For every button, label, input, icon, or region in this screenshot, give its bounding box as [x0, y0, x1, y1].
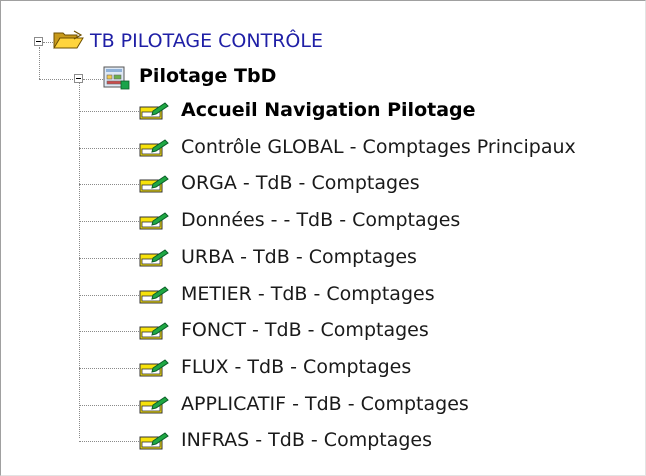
- collapse-toggle[interactable]: [34, 37, 43, 46]
- tree-node-label[interactable]: Accueil Navigation Pilotage: [181, 98, 476, 122]
- tree-node-label[interactable]: INFRAS - TdB - Comptages: [181, 428, 432, 452]
- tree-node-label[interactable]: APPLICATIF - TdB - Comptages: [181, 392, 469, 416]
- form-edit-icon: [139, 286, 169, 304]
- tree-connector: [83, 79, 103, 80]
- tree-node-label[interactable]: Pilotage TbD: [139, 64, 276, 88]
- tree-connector: [79, 111, 139, 112]
- open-folder-icon: [53, 30, 84, 49]
- tree-node-label[interactable]: METIER - TdB - Comptages: [181, 282, 435, 306]
- tree-connector: [79, 221, 139, 222]
- tree-connector: [39, 47, 40, 79]
- form-edit-icon: [139, 396, 169, 414]
- dashboard-icon: [103, 66, 130, 90]
- form-edit-icon: [139, 175, 169, 193]
- tree-node-label[interactable]: Données - - TdB - Comptages: [181, 208, 460, 232]
- tree-connector: [79, 331, 139, 332]
- form-edit-icon: [139, 359, 169, 377]
- tree-connector: [79, 295, 139, 296]
- form-edit-icon: [139, 212, 169, 230]
- form-edit-icon: [139, 249, 169, 267]
- tree-connector: [79, 441, 139, 442]
- tree-connector: [79, 184, 139, 185]
- tree-connector: [79, 83, 80, 438]
- tree-node-label[interactable]: URBA - TdB - Comptages: [181, 245, 417, 269]
- form-edit-icon: [139, 102, 169, 120]
- tree-connector: [79, 148, 139, 149]
- tree-connector: [79, 258, 139, 259]
- tree-view: TB PILOTAGE CONTRÔLE Pilotage TbD Accuei…: [0, 0, 646, 476]
- tree-connector: [79, 405, 139, 406]
- tree-node-label[interactable]: FONCT - TdB - Comptages: [181, 318, 429, 342]
- tree-node-label[interactable]: ORGA - TdB - Comptages: [181, 171, 420, 195]
- tree-connector: [39, 79, 79, 80]
- form-edit-icon: [139, 139, 169, 157]
- tree-connector: [79, 368, 139, 369]
- form-edit-icon: [139, 432, 169, 450]
- tree-node-label[interactable]: TB PILOTAGE CONTRÔLE: [90, 29, 323, 53]
- form-edit-icon: [139, 322, 169, 340]
- tree-node-label[interactable]: FLUX - TdB - Comptages: [181, 355, 411, 379]
- tree-node-label[interactable]: Contrôle GLOBAL - Comptages Principaux: [181, 135, 576, 159]
- collapse-toggle[interactable]: [74, 74, 83, 83]
